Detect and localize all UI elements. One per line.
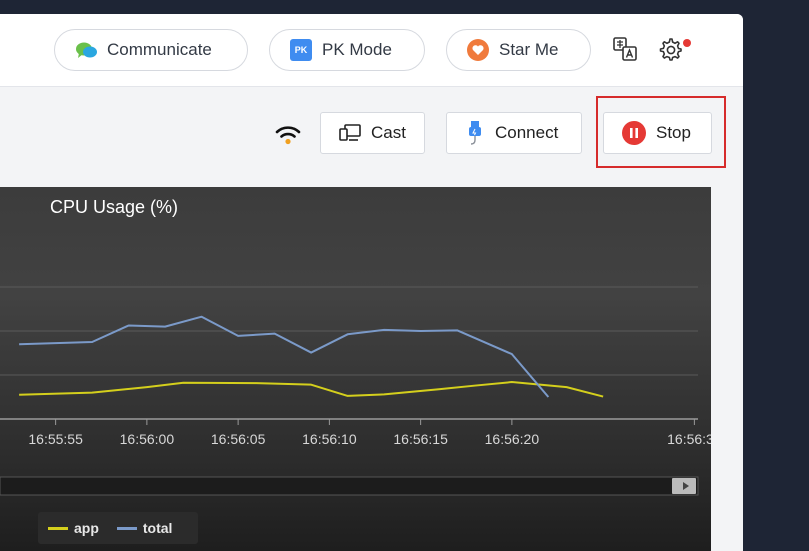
star-me-button[interactable]: Star Me [446,29,591,71]
translate-icon[interactable] [612,36,638,62]
x-tick-label: 16:56:00 [120,431,175,447]
x-tick-label: 16:56:20 [485,431,540,447]
series-line-total [19,315,550,398]
legend-swatch-app [48,526,68,530]
navigator-track [0,476,699,496]
legend-swatch-total [116,526,137,530]
chat-bubble-icon [75,39,97,61]
communicate-button[interactable]: Communicate [54,29,248,71]
connect-button[interactable]: Connect [446,112,582,154]
chart-plot: 16:55:55 16:56:00 16:56:05 16:56:10 16:56:15… [0,286,711,496]
x-tick-label: 16:56:10 [302,431,357,447]
pk-badge-text: PK [294,45,308,55]
pk-badge-icon: PK [290,39,312,61]
heart-icon [467,39,489,61]
x-tick-label: 16:55:55 [28,431,83,447]
series-line-app [19,381,604,398]
usb-plug-icon [465,120,485,146]
cast-screen-icon [339,124,361,142]
cast-button[interactable]: Cast [320,112,425,154]
star-me-label: Star Me [499,40,559,59]
x-tick-label: 16:56:30 [667,431,711,447]
cast-label: Cast [371,123,406,142]
pk-mode-button[interactable]: PK PK Mode [269,29,425,71]
chart-legend: app total [38,512,198,544]
cpu-usage-chart: CPU Usage (%) 16:55:55 16:56:00 16:56:05 16… [0,187,711,551]
top-bar: Communicate PK PK Mode Star Me [0,14,743,87]
legend-item-app[interactable]: app [48,520,99,536]
legend-label-app: app [74,520,99,536]
stop-highlight-box [596,96,726,168]
notification-dot [683,39,691,47]
connect-label: Connect [495,123,559,142]
x-tick-label: 16:56:05 [211,431,266,447]
legend-label-total: total [142,520,173,536]
wifi-icon [275,124,301,146]
settings-gear-icon[interactable] [657,36,683,62]
pk-mode-label: PK Mode [322,40,392,59]
communicate-label: Communicate [107,40,212,59]
app-window: Communicate PK PK Mode Star Me Cast Conn… [0,14,743,551]
legend-item-total[interactable]: total [116,520,173,536]
x-tick-label: 16:56:15 [393,431,448,447]
